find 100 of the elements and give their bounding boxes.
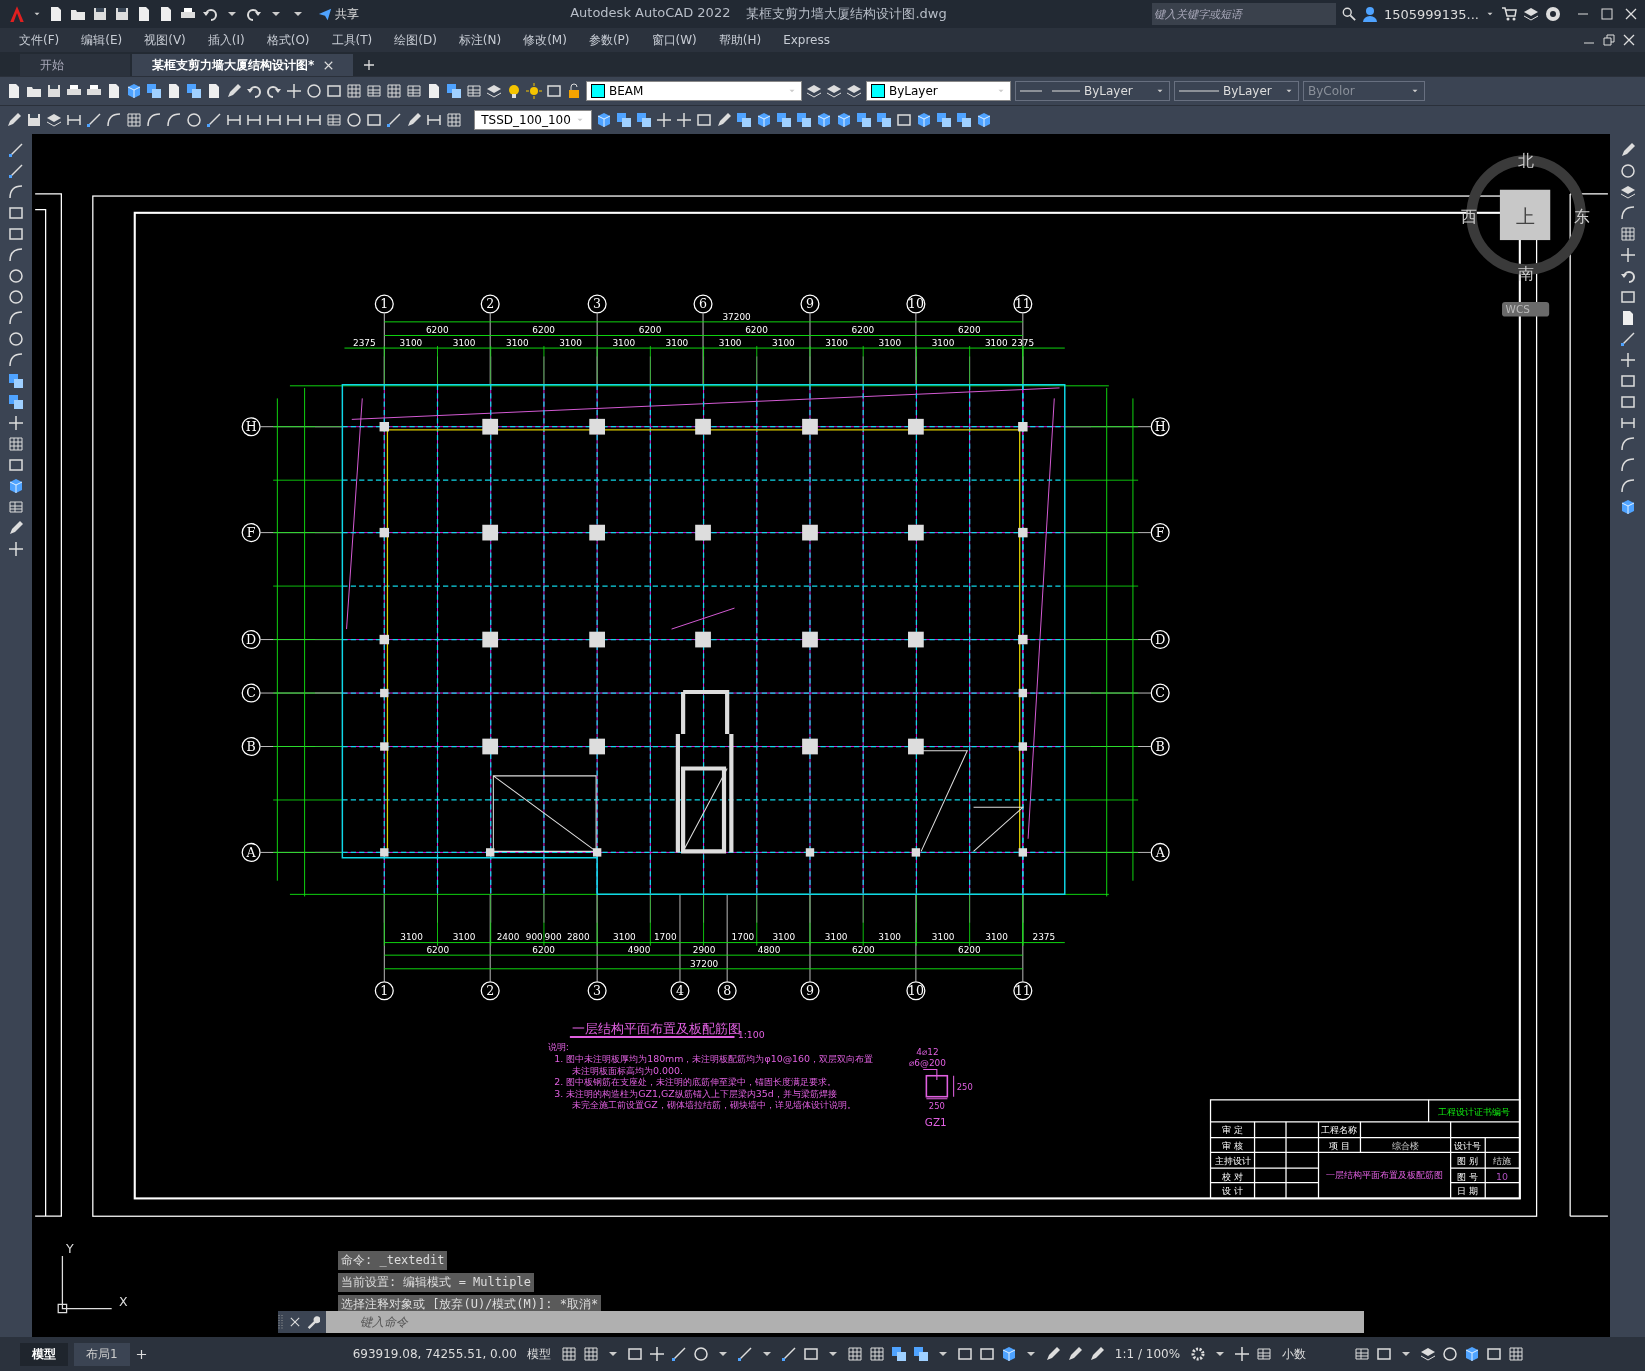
axis-label: D bbox=[241, 630, 261, 650]
notes-heading: 说明: bbox=[547, 1040, 570, 1052]
field-label: 图 号 bbox=[1456, 1170, 1478, 1182]
dimension-text: 2375 bbox=[1032, 932, 1056, 943]
color-dropdown[interactable]: ByLayer bbox=[866, 81, 1011, 101]
dimension-text: 6200 bbox=[532, 325, 555, 336]
search-field[interactable]: 键入关键字或短语 bbox=[1151, 3, 1336, 25]
axis-label: F bbox=[241, 523, 261, 543]
axis-label: 3 bbox=[587, 294, 607, 314]
compass-label: 西 bbox=[1461, 207, 1478, 227]
axis-label: 10 bbox=[906, 294, 926, 314]
menu-item[interactable]: 帮助(H) bbox=[707, 31, 773, 49]
certificate-label: 工程设计证书编号 bbox=[1437, 1105, 1510, 1117]
menu-item[interactable]: 工具(T) bbox=[320, 31, 384, 49]
lineweight-dropdown[interactable]: ByLayer bbox=[1174, 81, 1299, 101]
dimension-text: 3100 bbox=[772, 338, 795, 348]
dimension-text: 4900 bbox=[627, 945, 651, 956]
menu-item[interactable]: Express bbox=[772, 33, 841, 47]
menu-item[interactable]: 标注(N) bbox=[447, 31, 513, 49]
menu-item[interactable]: 参数(P) bbox=[577, 31, 641, 49]
layer-dropdown[interactable]: BEAM bbox=[586, 81, 802, 101]
dimension-text: 37200 bbox=[722, 311, 751, 322]
axis-label: 2 bbox=[480, 294, 500, 314]
stirrup-text: ⌀6@200 bbox=[908, 1058, 946, 1069]
role-label: 校 对 bbox=[1222, 1170, 1244, 1182]
menu-item[interactable]: 文件(F) bbox=[8, 31, 71, 49]
dimension-text: 900 bbox=[544, 932, 562, 943]
role-label: 审 定 bbox=[1222, 1124, 1244, 1136]
dimension-text: 3100 bbox=[931, 338, 955, 348]
annotation-scale-button[interactable]: 1:1 / 100% bbox=[1110, 1347, 1185, 1361]
share-button[interactable]: 共享 bbox=[312, 4, 365, 24]
dimension-text: 3100 bbox=[931, 932, 955, 943]
role-label: 主持设计 bbox=[1214, 1154, 1251, 1166]
field-label: 设计号 bbox=[1453, 1140, 1481, 1152]
note-text: 3. 未注明的构造柱为GZ1,GZ纵筋锚入上下层梁内35d，并与梁筋焊接 bbox=[554, 1087, 837, 1099]
dimension-text: 3100 bbox=[613, 932, 636, 943]
dimension-text: 3100 bbox=[878, 338, 902, 348]
dimension-text: 2900 bbox=[692, 945, 716, 956]
layout-tab[interactable]: 模型 bbox=[20, 1342, 68, 1366]
axis-label: 1 bbox=[374, 981, 394, 1001]
dimension-text: 3100 bbox=[985, 932, 1008, 943]
role-label: 设 计 bbox=[1222, 1185, 1244, 1197]
dimension-text: 1700 bbox=[653, 932, 677, 943]
axis-label: D bbox=[1150, 630, 1170, 650]
menu-item[interactable]: 编辑(E) bbox=[70, 31, 134, 49]
units-button[interactable]: 小数 bbox=[1278, 1345, 1349, 1363]
command-field[interactable]: 键入命令 bbox=[326, 1311, 1364, 1333]
dimension-text: 3100 bbox=[984, 338, 1008, 348]
field-value: 综合楼 bbox=[1392, 1140, 1420, 1152]
menu-item[interactable]: 修改(M) bbox=[512, 31, 578, 49]
linetype-dropdown[interactable]: ByLayer bbox=[1015, 81, 1170, 101]
dimension-text: 3100 bbox=[772, 932, 796, 943]
axis-label: 3 bbox=[587, 981, 607, 1001]
user-name[interactable]: 1505999135... bbox=[1383, 6, 1479, 22]
note-text: 1. 图中未注明板厚均为180mm，未注明板配筋均为φ10@160，双层双向布置 bbox=[554, 1053, 874, 1065]
model-space-button[interactable]: 模型 bbox=[522, 1345, 555, 1363]
dimension-text: 6200 bbox=[958, 325, 981, 336]
dimension-text: 250 bbox=[928, 1101, 945, 1112]
compass-label: 南 bbox=[1518, 263, 1535, 283]
field-label: 工程名称 bbox=[1321, 1124, 1358, 1136]
coordinates-readout: 693919.08, 74255.51, 0.00 bbox=[352, 1347, 517, 1361]
axis-label: B bbox=[1150, 736, 1170, 757]
dimension-text: 6200 bbox=[426, 945, 450, 956]
dimension-text: 6200 bbox=[532, 945, 555, 956]
dimension-text: 3100 bbox=[452, 338, 476, 348]
field-value: 结施 bbox=[1493, 1154, 1511, 1166]
axis-label: F bbox=[1150, 523, 1170, 543]
dimension-text: 3100 bbox=[718, 338, 742, 348]
viewcube-face[interactable]: 上 bbox=[1499, 189, 1551, 241]
role-label: 审 核 bbox=[1222, 1140, 1244, 1152]
document-tab[interactable]: 某框支剪力墙大厦结构设计图* bbox=[132, 54, 354, 76]
note-text: 未注明板面标高均为0.000. bbox=[572, 1064, 683, 1076]
dimension-text: 2400 bbox=[496, 932, 520, 943]
axis-label: 9 bbox=[800, 981, 820, 1001]
layout-tab[interactable]: 布局1 bbox=[74, 1342, 130, 1366]
column-label: GZ1 bbox=[924, 1116, 947, 1129]
menu-item[interactable]: 窗口(W) bbox=[640, 31, 708, 49]
axis-label: C bbox=[241, 683, 261, 703]
dimension-style-dropdown[interactable]: TSSD_100_100 bbox=[474, 110, 592, 130]
dimension-text: 900 bbox=[525, 932, 543, 943]
dimension-text: 3100 bbox=[400, 932, 423, 943]
menu-item[interactable]: 绘图(D) bbox=[383, 31, 448, 49]
menu-item[interactable]: 格式(O) bbox=[255, 31, 321, 49]
dimension-text: 2375 bbox=[353, 338, 376, 348]
axis-label: A bbox=[241, 842, 261, 862]
app-title: Autodesk AutoCAD 2022 bbox=[570, 5, 731, 22]
field-label: 图 别 bbox=[1456, 1154, 1478, 1166]
axis-label: 6 bbox=[693, 294, 713, 314]
dimension-text: 3100 bbox=[824, 932, 848, 943]
dimension-text: 6200 bbox=[958, 945, 981, 956]
document-tab[interactable]: 开始 bbox=[20, 54, 130, 76]
dimension-text: 6200 bbox=[852, 945, 875, 956]
file-title: 某框支剪力墙大厦结构设计图.dwg bbox=[746, 5, 947, 23]
axis-label: 8 bbox=[717, 981, 737, 1001]
note-text: 未完全施工前设置GZ，砌体墙拉结筋，砌块墙中，详见墙体设计说明。 bbox=[572, 1099, 856, 1111]
menu-item[interactable]: 插入(I) bbox=[196, 31, 256, 49]
compass-label: 北 bbox=[1518, 150, 1535, 170]
axis-label: 1 bbox=[374, 294, 394, 314]
dimension-text: 37200 bbox=[689, 958, 719, 969]
menu-item[interactable]: 视图(V) bbox=[133, 31, 197, 49]
